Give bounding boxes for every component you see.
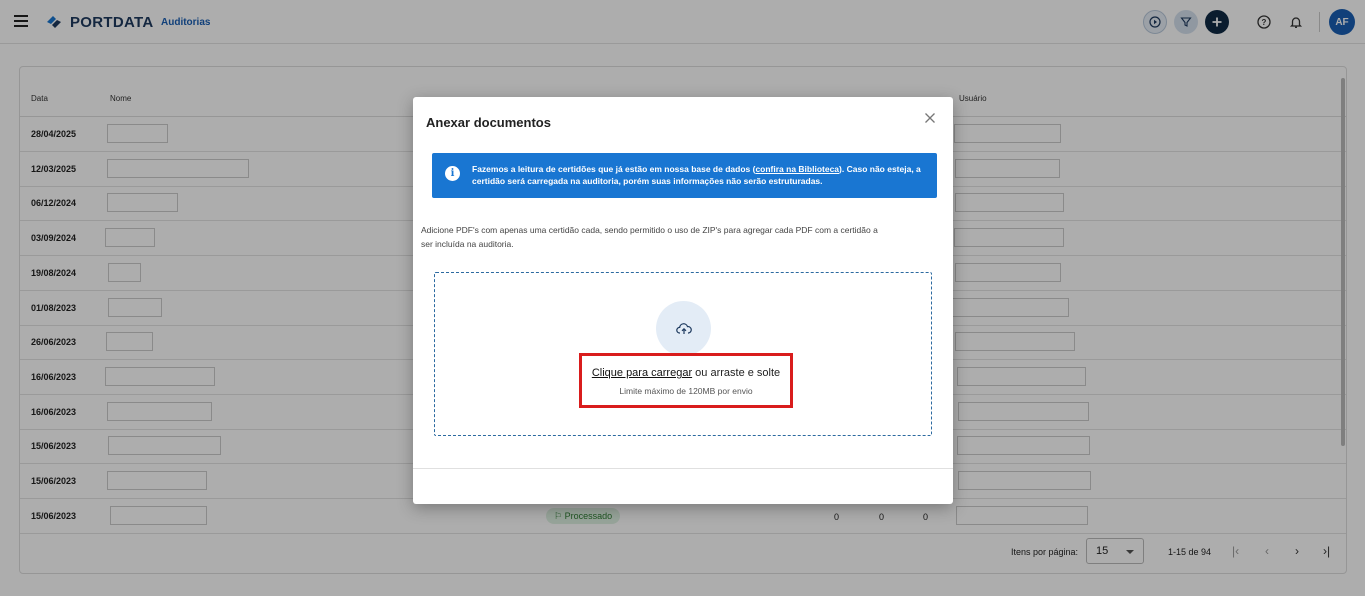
upload-size-limit: Limite máximo de 120MB por envio: [619, 386, 753, 396]
upload-instructions: Adicione PDF's com apenas uma certidão c…: [421, 225, 878, 249]
upload-call-to-action: Clique para carregar ou arraste e solte: [591, 367, 781, 379]
click-to-upload-link[interactable]: Clique para carregar: [592, 367, 692, 379]
info-banner: i Fazemos a leitura de certidões que já …: [432, 153, 937, 198]
close-icon[interactable]: [924, 112, 936, 128]
dialog-title: Anexar documentos: [426, 115, 551, 130]
upload-highlight-box: Clique para carregar ou arraste e solte …: [579, 353, 793, 408]
info-icon: i: [445, 166, 460, 181]
dialog-footer-divider: [413, 468, 953, 469]
library-link[interactable]: confira na Biblioteca: [755, 164, 839, 174]
upload-dropzone[interactable]: Clique para carregar ou arraste e solte …: [434, 272, 932, 436]
cloud-upload-icon[interactable]: [656, 301, 711, 356]
attach-documents-dialog: Anexar documentos i Fazemos a leitura de…: [413, 97, 953, 504]
info-text: Fazemos a leitura de certidões que já es…: [472, 164, 921, 186]
